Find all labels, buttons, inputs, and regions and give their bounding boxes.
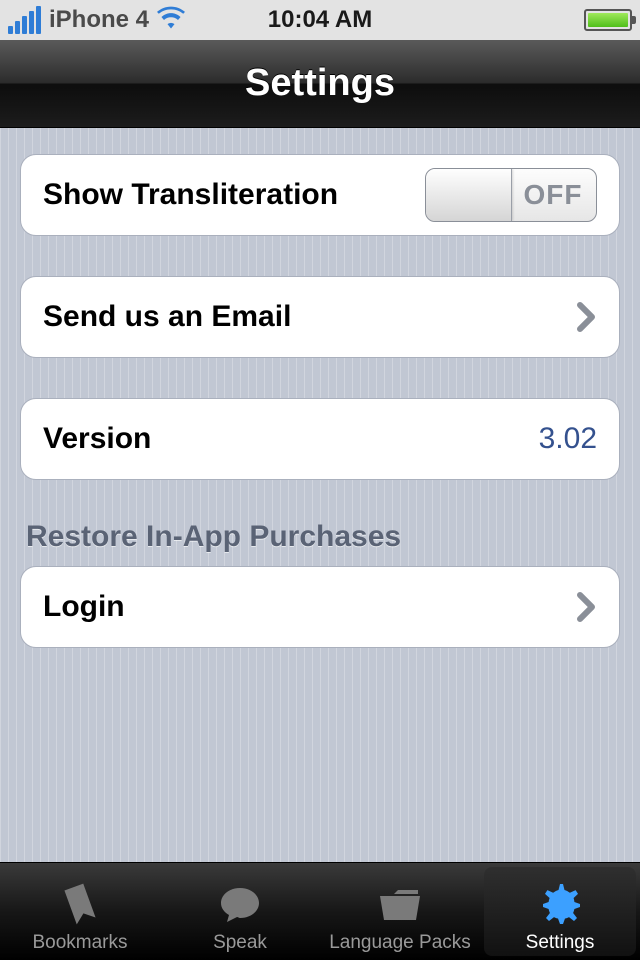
speech-bubble-icon [216, 878, 264, 930]
toggle-off-label: OFF [510, 169, 596, 221]
row-label: Show Transliteration [43, 178, 425, 212]
gear-icon [536, 878, 584, 930]
row-login[interactable]: Login [20, 566, 620, 648]
tab-bar: Bookmarks Speak Language Packs Settings [0, 862, 640, 960]
row-label: Login [43, 590, 575, 624]
tab-language-packs[interactable]: Language Packs [320, 863, 480, 960]
row-label: Version [43, 422, 539, 456]
row-show-transliteration: Show Transliteration OFF [20, 154, 620, 236]
version-value: 3.02 [539, 422, 597, 456]
content: Show Transliteration OFF Send us an Emai… [0, 128, 640, 862]
tab-label: Settings [526, 932, 595, 954]
tab-speak[interactable]: Speak [160, 863, 320, 960]
status-bar: iPhone 4 10:04 AM [0, 0, 640, 40]
section-header-restore: Restore In-App Purchases [20, 520, 620, 554]
bookmark-icon [56, 878, 104, 930]
folder-icon [376, 878, 424, 930]
row-version: Version 3.02 [20, 398, 620, 480]
row-send-email[interactable]: Send us an Email [20, 276, 620, 358]
page-title: Settings [245, 62, 395, 105]
row-label: Send us an Email [43, 300, 575, 334]
transliteration-toggle[interactable]: OFF [425, 168, 597, 222]
tab-label: Bookmarks [32, 932, 127, 954]
wifi-icon [157, 4, 185, 37]
chevron-right-icon [575, 302, 597, 332]
chevron-right-icon [575, 592, 597, 622]
tab-label: Speak [213, 932, 267, 954]
nav-header: Settings [0, 40, 640, 128]
toggle-knob [426, 169, 512, 221]
battery-icon [584, 9, 632, 31]
tab-bookmarks[interactable]: Bookmarks [0, 863, 160, 960]
tab-label: Language Packs [329, 932, 471, 954]
carrier-label: iPhone 4 [49, 6, 149, 34]
status-left: iPhone 4 [8, 4, 185, 37]
tab-settings[interactable]: Settings [480, 863, 640, 960]
signal-icon [8, 6, 41, 34]
status-time: 10:04 AM [268, 6, 372, 34]
